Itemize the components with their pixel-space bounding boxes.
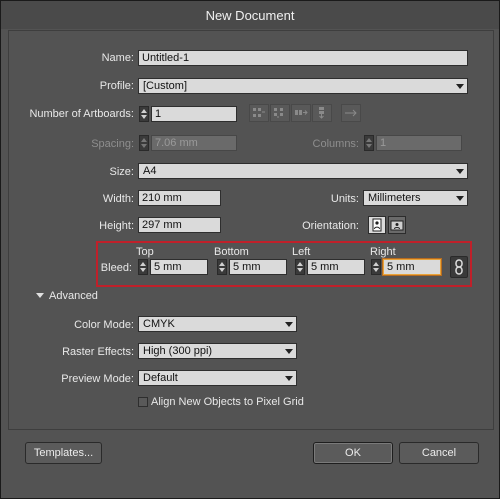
name-input[interactable]: Untitled-1 <box>138 50 468 66</box>
columns-stepper <box>364 135 374 151</box>
chevron-down-icon <box>285 322 293 327</box>
landscape-orientation-button[interactable] <box>388 216 406 234</box>
bleed-label: Bleed: <box>100 262 132 274</box>
bleed-top-label: Top <box>136 246 154 258</box>
profile-select[interactable]: [Custom] <box>138 78 468 94</box>
bleed-top-input[interactable]: 5 mm <box>150 259 208 275</box>
size-label: Size: <box>109 166 134 178</box>
columns-label: Columns: <box>312 138 359 150</box>
artboards-stepper[interactable] <box>139 106 149 122</box>
profile-label: Profile: <box>99 80 134 92</box>
width-label: Width: <box>102 193 134 205</box>
chevron-down-icon <box>456 196 464 201</box>
bleed-link-button[interactable] <box>450 256 468 278</box>
bleed-left-label: Left <box>292 246 311 258</box>
chevron-down-icon <box>456 84 464 89</box>
color-mode-select[interactable]: CMYK <box>138 316 297 332</box>
units-select[interactable]: Millimeters <box>363 190 468 206</box>
landscape-icon <box>390 220 404 231</box>
height-input[interactable]: 297 mm <box>138 217 221 233</box>
ok-button[interactable]: OK <box>313 442 393 464</box>
color-mode-value: CMYK <box>143 318 175 330</box>
cancel-button[interactable]: Cancel <box>399 442 479 464</box>
chevron-down-icon <box>285 349 293 354</box>
advanced-toggle[interactable]: Advanced <box>49 290 98 302</box>
spacing-input: 7.06 mm <box>151 135 237 151</box>
orientation-label: Orientation: <box>302 220 359 232</box>
raster-effects-label: Raster Effects: <box>62 346 134 358</box>
align-pixel-grid-checkbox[interactable] <box>138 397 148 407</box>
portrait-icon <box>372 218 382 232</box>
align-pixel-grid-label[interactable]: Align New Objects to Pixel Grid <box>151 396 304 408</box>
artboards-input[interactable]: 1 <box>151 106 237 122</box>
templates-button[interactable]: Templates... <box>25 442 102 464</box>
height-label: Height: <box>99 220 134 232</box>
width-input[interactable]: 210 mm <box>138 190 221 206</box>
units-value: Millimeters <box>368 192 421 204</box>
name-label: Name: <box>101 52 134 64</box>
disclosure-triangle-icon[interactable] <box>36 293 44 298</box>
bleed-left-stepper[interactable] <box>295 259 305 275</box>
preview-mode-value: Default <box>143 372 178 384</box>
preview-mode-select[interactable]: Default <box>138 370 297 386</box>
columns-input: 1 <box>376 135 462 151</box>
size-value: A4 <box>143 165 157 177</box>
bleed-right-input[interactable]: 5 mm <box>383 259 441 275</box>
bleed-top-stepper[interactable] <box>138 259 148 275</box>
units-label: Units: <box>330 193 359 205</box>
chevron-down-icon <box>456 169 464 174</box>
arrange-by-column-icon[interactable] <box>312 104 332 122</box>
size-select[interactable]: A4 <box>138 163 468 179</box>
bleed-bottom-stepper[interactable] <box>217 259 227 275</box>
bleed-right-stepper[interactable] <box>371 259 381 275</box>
raster-effects-select[interactable]: High (300 ppi) <box>138 343 297 359</box>
dialog-title: New Document <box>1 1 499 29</box>
artboards-label: Number of Artboards: <box>29 108 134 120</box>
preview-mode-label: Preview Mode: <box>61 373 134 385</box>
new-document-dialog: New Document Name: Untitled-1 Profile: [… <box>0 0 500 499</box>
raster-effects-value: High (300 ppi) <box>143 345 213 357</box>
grid-by-column-icon[interactable] <box>270 104 290 122</box>
bleed-bottom-label: Bottom <box>214 246 249 258</box>
portrait-orientation-button[interactable] <box>368 216 386 234</box>
spacing-stepper <box>139 135 149 151</box>
chevron-down-icon <box>285 376 293 381</box>
right-to-left-layout-icon[interactable] <box>341 104 361 122</box>
bleed-bottom-input[interactable]: 5 mm <box>229 259 287 275</box>
arrange-by-row-icon[interactable] <box>291 104 311 122</box>
color-mode-label: Color Mode: <box>74 319 134 331</box>
spacing-label: Spacing: <box>91 138 134 150</box>
bleed-left-input[interactable]: 5 mm <box>307 259 365 275</box>
chain-link-icon <box>455 259 463 275</box>
profile-value: [Custom] <box>143 80 188 92</box>
grid-by-row-icon[interactable] <box>249 104 269 122</box>
bleed-right-label: Right <box>370 246 396 258</box>
